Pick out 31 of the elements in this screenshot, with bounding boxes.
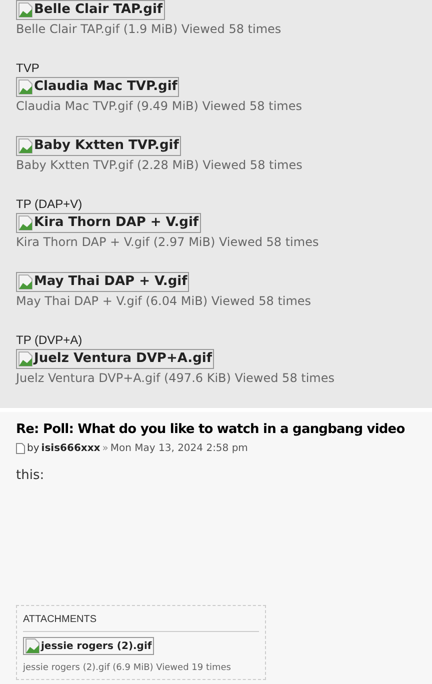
broken-image[interactable]: Juelz Ventura DVP+A.gif bbox=[16, 349, 214, 369]
attachment-caption: May Thai DAP + V.gif (6.04 MiB) Viewed 58 times bbox=[16, 293, 312, 310]
attachment-caption: Kira Thorn DAP + V.gif (2.97 MiB) Viewed 58 times bbox=[16, 234, 320, 251]
author-link[interactable]: isis666xxx bbox=[41, 441, 100, 456]
attachment-caption: Belle Clair TAP.gif (1.9 MiB) Viewed 58 times bbox=[16, 21, 282, 38]
attachment-caption: Baby Kxtten TVP.gif (2.28 MiB) Viewed 58 times bbox=[16, 157, 304, 174]
broken-image[interactable]: Kira Thorn DAP + V.gif bbox=[16, 213, 201, 233]
broken-image[interactable]: May Thai DAP + V.gif bbox=[16, 272, 190, 292]
post-date: Mon May 13, 2024 2:58 pm bbox=[110, 442, 248, 456]
attachment-label: TVP bbox=[16, 60, 40, 77]
broken-image[interactable]: Belle Clair TAP.gif bbox=[16, 0, 165, 20]
broken-image[interactable]: jessie rogers (2).gif bbox=[23, 637, 154, 655]
post-title[interactable]: Re: Poll: What do you like to watch in a gangbang video bbox=[16, 421, 405, 439]
attachment-label: TP (DVP+A) bbox=[16, 332, 84, 349]
attachment-label: TP (DAP+V) bbox=[16, 196, 84, 213]
broken-image-icon bbox=[18, 215, 34, 231]
attachments-heading: ATTACHMENTS bbox=[23, 612, 259, 632]
broken-image-icon bbox=[18, 351, 34, 367]
broken-image[interactable]: Baby Kxtten TVP.gif bbox=[16, 136, 181, 156]
broken-image-icon bbox=[25, 638, 41, 654]
post-icon[interactable] bbox=[16, 443, 25, 454]
broken-image-icon bbox=[18, 138, 34, 154]
attachment-caption: Juelz Ventura DVP+A.gif (497.6 KiB) Viewed 58 times bbox=[16, 370, 336, 387]
broken-image[interactable]: Claudia Mac TVP.gif bbox=[16, 77, 180, 97]
broken-image-icon bbox=[18, 274, 34, 290]
separator: » bbox=[102, 442, 108, 456]
attachment-caption: jessie rogers (2).gif (6.9 MiB) Viewed 19 times bbox=[23, 662, 232, 675]
broken-image-icon bbox=[18, 79, 34, 95]
post-body: this: bbox=[16, 467, 46, 485]
author-prefix: by bbox=[27, 442, 40, 456]
attachment-caption: Claudia Mac TVP.gif (9.49 MiB) Viewed 58 times bbox=[16, 98, 303, 115]
